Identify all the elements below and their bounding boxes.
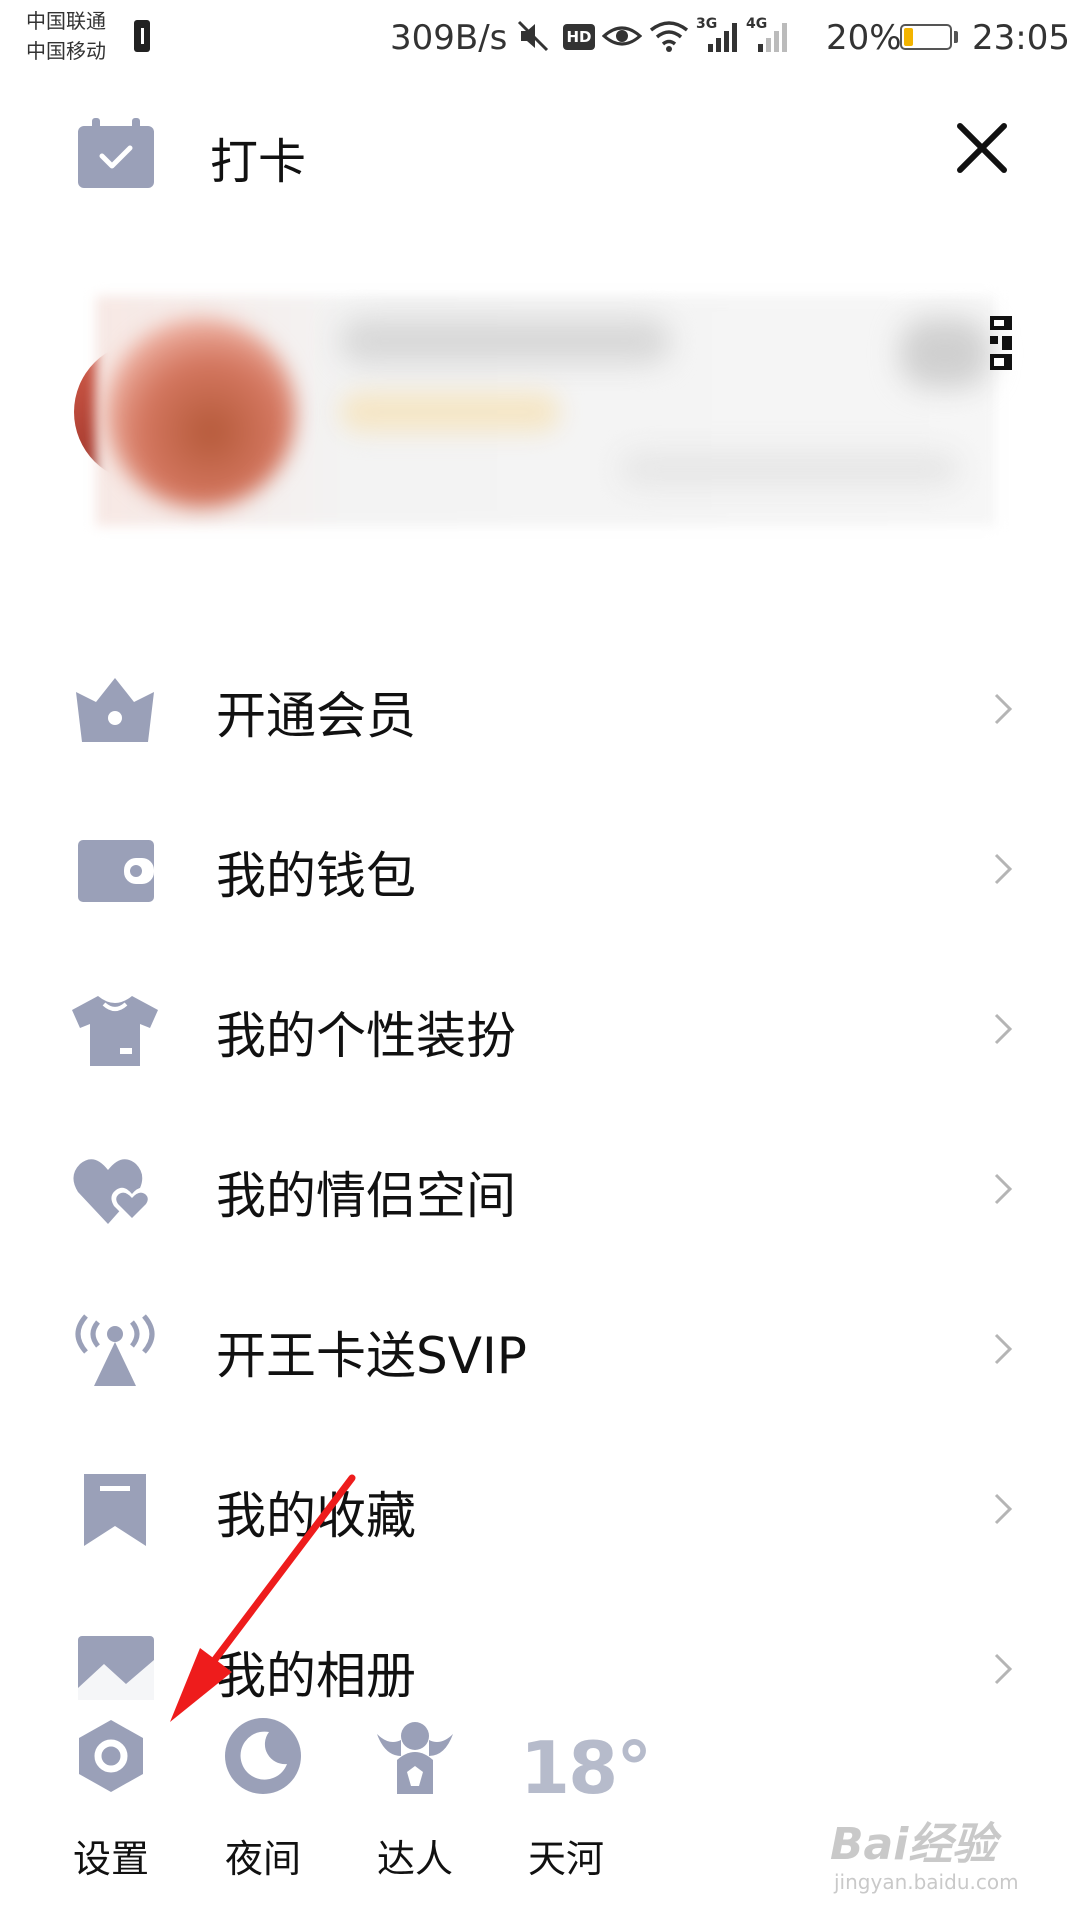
menu-item-theme[interactable]: 我的个性装扮 [0,950,1080,1110]
chevron-right-icon [994,1493,1013,1525]
tshirt-icon [72,996,158,1066]
menu-label: 我的收藏 [216,1487,416,1545]
blurred-extra [900,318,990,388]
battery-icon [900,24,952,50]
night-mode-label: 夜间 [224,1837,301,1881]
crown-icon [76,678,154,742]
clock: 23:05 [972,18,1070,58]
signal-tower-icon [75,1314,155,1386]
gear-icon [79,1720,143,1792]
weather-widget[interactable]: 18° 天河 [502,1700,652,1900]
wallet-icon [78,840,154,902]
battery-percent: 20% [826,18,902,58]
battery-fill [904,28,913,46]
sim-alert-icon [134,20,150,52]
menu-item-vip[interactable]: 开通会员 [0,630,1080,790]
carrier-2: 中国移动 [26,39,106,63]
menu-label: 我的相册 [216,1647,416,1700]
mute-icon [517,20,549,52]
carrier-1: 中国联通 [26,9,106,33]
photo-album-icon [78,1636,154,1700]
menu-item-couple-space[interactable]: 我的情侣空间 [0,1110,1080,1270]
chevron-right-icon [994,1653,1013,1685]
menu-label: 我的个性装扮 [216,1007,516,1065]
chevron-right-icon [994,693,1013,725]
menu-label: 我的钱包 [216,847,416,905]
signal-3g-icon [708,23,737,52]
checkin-label[interactable]: 打卡 [210,122,306,192]
menu-item-favorites[interactable]: 我的收藏 [0,1430,1080,1590]
moon-icon [225,1718,301,1794]
settings-button[interactable]: 设置 [46,1700,176,1900]
blurred-level [340,392,560,432]
settings-label: 设置 [72,1837,149,1881]
baidu-watermark: Bai经验 jingyan.baidu.com [830,1808,1060,1908]
menu-item-wallet[interactable]: 我的钱包 [0,790,1080,950]
chevron-right-icon [994,1013,1013,1045]
night-mode-button[interactable]: 夜间 [198,1700,328,1900]
menu-label: 我的情侣空间 [216,1167,516,1225]
network-speed: 309B/s [390,18,508,58]
weather-location: 天河 [528,1837,605,1881]
menu-item-king-card[interactable]: 开王卡送SVIP [0,1270,1080,1430]
menu-label: 开王卡送SVIP [216,1327,527,1385]
chevron-right-icon [994,1173,1013,1205]
status-bar: 中国联通 中国移动 309B/s HD 3G 4G 20% 23:05 [0,0,1080,78]
hd-badge: HD [563,24,595,50]
weather-temperature: 18° [520,1726,652,1810]
close-icon[interactable] [952,118,1012,178]
watermark-brand: Bai经验 [830,1819,997,1870]
battery-tip [954,31,958,43]
blurred-signature [620,452,960,486]
blurred-avatar [106,318,296,508]
bookmark-icon [84,1474,146,1546]
watermark-url: jingyan.baidu.com [834,1870,1019,1894]
chevron-right-icon [994,1333,1013,1365]
chevron-right-icon [994,853,1013,885]
menu-label: 开通会员 [216,687,416,745]
expert-label: 达人 [376,1837,453,1881]
signal-4g-icon [758,23,787,52]
menu-item-album[interactable]: 我的相册 [0,1590,1080,1700]
wifi-icon [649,21,689,52]
hearts-icon [73,1159,153,1224]
calendar-check-icon[interactable] [78,118,154,188]
blurred-nickname [340,318,670,364]
qr-code-icon[interactable] [990,316,1012,370]
winged-person-icon [377,1722,453,1794]
eye-comfort-icon [602,26,642,46]
expert-button[interactable]: 达人 [350,1700,480,1900]
